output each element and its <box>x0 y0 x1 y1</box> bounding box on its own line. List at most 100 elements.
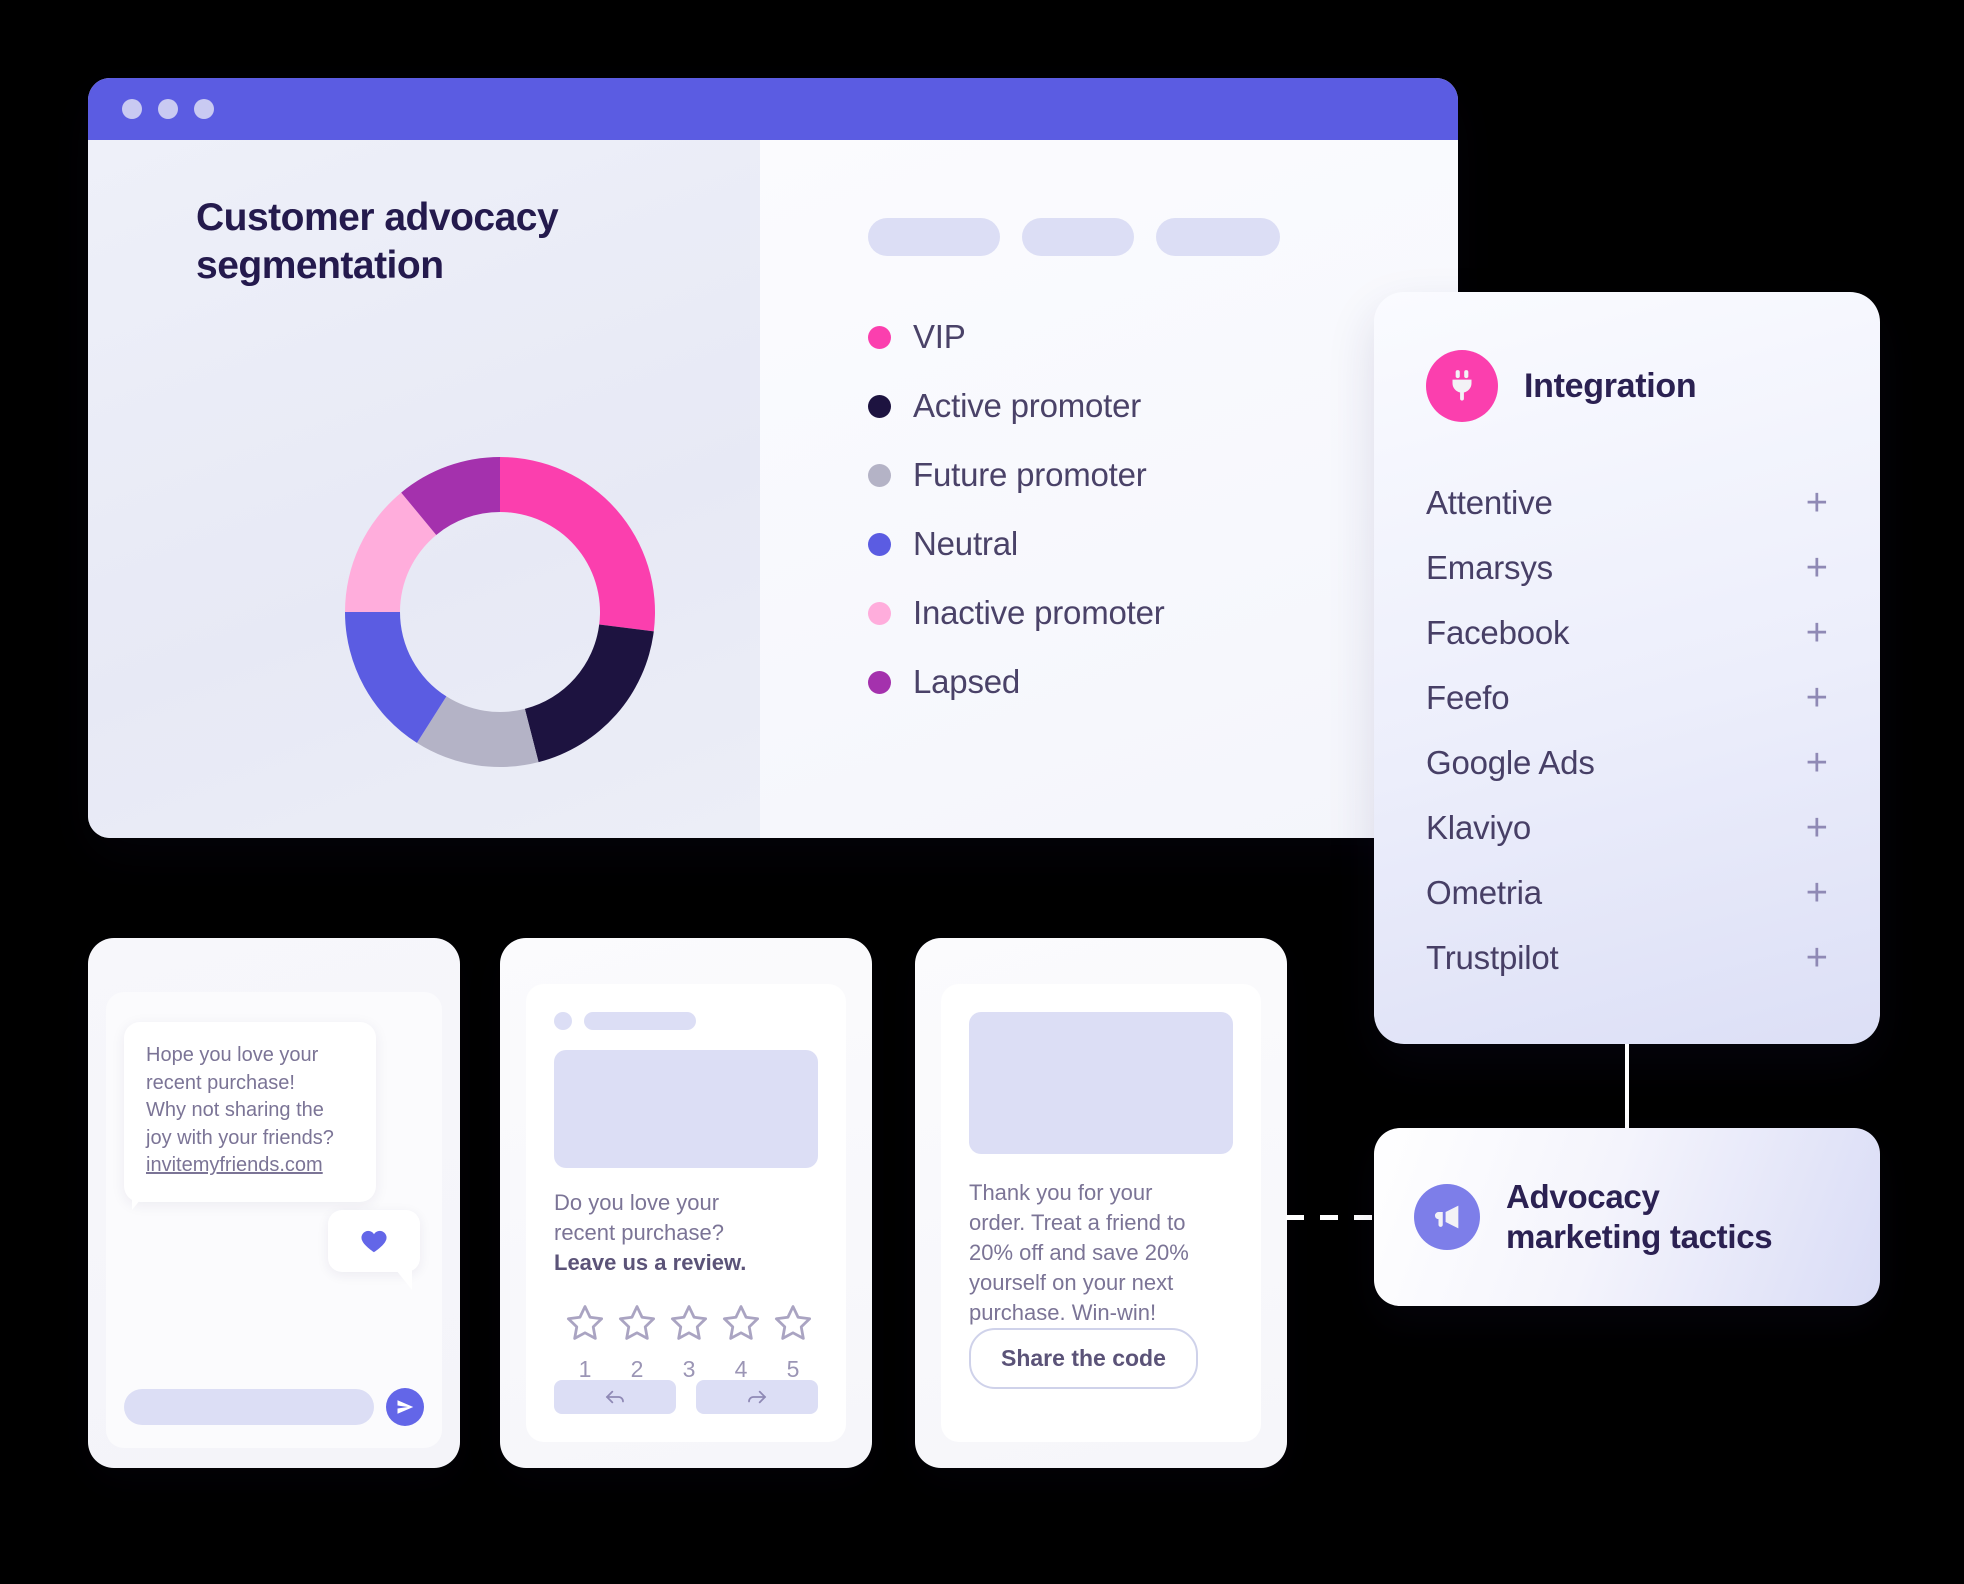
legend-color-dot <box>868 601 891 625</box>
promo-screen: Thank you for your order. Treat a friend… <box>941 984 1261 1442</box>
share-the-code-button[interactable]: Share the code <box>969 1328 1198 1389</box>
promo-line-2: order. Treat a friend to <box>969 1209 1186 1235</box>
forward-icon[interactable] <box>696 1380 818 1414</box>
donut-chart-svg <box>345 457 655 767</box>
star-outline-icon[interactable] <box>564 1302 606 1344</box>
integration-row[interactable]: Facebook + <box>1426 600 1828 665</box>
legend-color-dot <box>868 325 891 349</box>
sms-line-3: Why not sharing the <box>146 1099 324 1122</box>
star-number: 2 <box>630 1356 644 1382</box>
placeholder-pill-row <box>868 218 1458 256</box>
browser-content: Customer advocacy segmentation VIP Active… <box>88 140 1458 838</box>
dashed-connector-line <box>1286 1215 1376 1220</box>
sms-invite-link[interactable]: invitemyfriends.com <box>146 1152 354 1180</box>
promo-hero-image <box>969 1012 1233 1154</box>
page-title: Customer advocacy segmentation <box>196 196 559 287</box>
plus-icon[interactable]: + <box>1806 549 1828 587</box>
placeholder-pill-3[interactable] <box>1156 218 1280 256</box>
browser-title-bar <box>88 78 1458 140</box>
window-maximize-dot[interactable] <box>194 99 214 119</box>
plus-icon[interactable]: + <box>1806 744 1828 782</box>
legend-item-label: VIP <box>913 318 966 355</box>
donut-chart <box>300 412 700 812</box>
heart-icon <box>361 1230 387 1253</box>
window-minimize-dot[interactable] <box>158 99 178 119</box>
review-footer <box>554 1380 818 1414</box>
review-header <box>554 1012 696 1030</box>
star-outline-icon[interactable] <box>772 1302 814 1344</box>
legend-item[interactable]: Future promoter <box>868 456 1458 494</box>
plus-icon[interactable]: + <box>1806 679 1828 717</box>
integration-title: Integration <box>1524 366 1697 405</box>
sms-input-field[interactable] <box>124 1389 374 1425</box>
star-outline-icon[interactable] <box>720 1302 762 1344</box>
star-number: 1 <box>578 1356 592 1382</box>
legend-item-label: Lapsed <box>913 663 1021 700</box>
legend-item[interactable]: Active promoter <box>868 387 1458 425</box>
send-icon[interactable] <box>386 1388 424 1426</box>
star-number-row: 1 2 3 4 5 <box>554 1356 824 1383</box>
sms-screen: Hope you love your recent purchase! Why … <box>106 992 442 1448</box>
legend-color-dot <box>868 532 891 556</box>
promo-text: Thank you for your order. Treat a friend… <box>969 1178 1239 1328</box>
integration-row[interactable]: Klaviyo + <box>1426 795 1828 860</box>
sms-line-2: recent purchase! <box>146 1071 295 1094</box>
plus-icon[interactable]: + <box>1806 939 1828 977</box>
star-number: 5 <box>786 1356 800 1382</box>
megaphone-icon <box>1414 1184 1480 1250</box>
review-hero-image <box>554 1050 818 1168</box>
plus-icon[interactable]: + <box>1806 809 1828 847</box>
integration-name: Ometria <box>1426 873 1542 911</box>
advocacy-title-line-2: marketing tactics <box>1506 1218 1773 1255</box>
promo-line-3: 20% off and save 20% <box>969 1239 1189 1265</box>
sms-input-row <box>124 1388 424 1426</box>
star-rating[interactable] <box>554 1302 824 1344</box>
legend-item[interactable]: Lapsed <box>868 663 1458 701</box>
integration-row[interactable]: Emarsys + <box>1426 535 1828 600</box>
avatar <box>554 1012 572 1030</box>
placeholder-pill-2[interactable] <box>1022 218 1134 256</box>
integration-row[interactable]: Attentive + <box>1426 470 1828 535</box>
review-cta-text: Leave us a review. <box>554 1249 747 1275</box>
legend-panel: VIP Active promoter Future promoter Neutral… <box>760 140 1458 838</box>
plus-icon[interactable]: + <box>1806 874 1828 912</box>
browser-window: Customer advocacy segmentation VIP Active… <box>88 78 1458 838</box>
integration-row[interactable]: Ometria + <box>1426 860 1828 925</box>
star-outline-icon[interactable] <box>668 1302 710 1344</box>
reply-icon[interactable] <box>554 1380 676 1414</box>
donut-segment[interactable] <box>500 457 655 632</box>
donut-segment[interactable] <box>524 624 654 763</box>
legend-color-dot <box>868 670 891 694</box>
sms-phone-card: Hope you love your recent purchase! Why … <box>88 938 460 1468</box>
promo-line-1: Thank you for your <box>969 1180 1153 1205</box>
integration-name: Google Ads <box>1426 743 1595 781</box>
legend-item-label: Inactive promoter <box>913 594 1165 631</box>
integration-list: Attentive + Emarsys + Facebook + Feefo + Google … <box>1426 470 1828 990</box>
review-phone-card: Do you love your recent purchase? Leave … <box>500 938 872 1468</box>
plus-icon[interactable]: + <box>1806 614 1828 652</box>
sms-reaction-bubble <box>328 1210 420 1272</box>
legend-item[interactable]: Inactive promoter <box>868 594 1458 632</box>
star-outline-icon[interactable] <box>616 1302 658 1344</box>
integration-name: Facebook <box>1426 613 1570 651</box>
advocacy-title-line-1: Advocacy <box>1506 1177 1660 1215</box>
legend-item[interactable]: VIP <box>868 318 1458 356</box>
sms-bubble-tail <box>132 1188 150 1210</box>
integration-name: Feefo <box>1426 678 1510 716</box>
promo-line-5: purchase. Win-win! <box>969 1299 1157 1325</box>
integration-row[interactable]: Google Ads + <box>1426 730 1828 795</box>
sms-bubble: Hope you love your recent purchase! Why … <box>124 1022 376 1202</box>
plus-icon[interactable]: + <box>1806 484 1828 522</box>
vertical-connector-line <box>1625 1044 1629 1130</box>
chart-legend: VIP Active promoter Future promoter Neutral… <box>868 318 1458 701</box>
window-close-dot[interactable] <box>122 99 142 119</box>
integration-row[interactable]: Trustpilot + <box>1426 925 1828 990</box>
legend-item-label: Future promoter <box>913 456 1147 493</box>
promo-line-4: yourself on your next <box>969 1269 1174 1295</box>
review-header-placeholder <box>584 1012 696 1030</box>
placeholder-pill-1[interactable] <box>868 218 1000 256</box>
promo-phone-card: Thank you for your order. Treat a friend… <box>915 938 1287 1468</box>
legend-item[interactable]: Neutral <box>868 525 1458 563</box>
integration-name: Attentive <box>1426 483 1553 521</box>
integration-row[interactable]: Feefo + <box>1426 665 1828 730</box>
